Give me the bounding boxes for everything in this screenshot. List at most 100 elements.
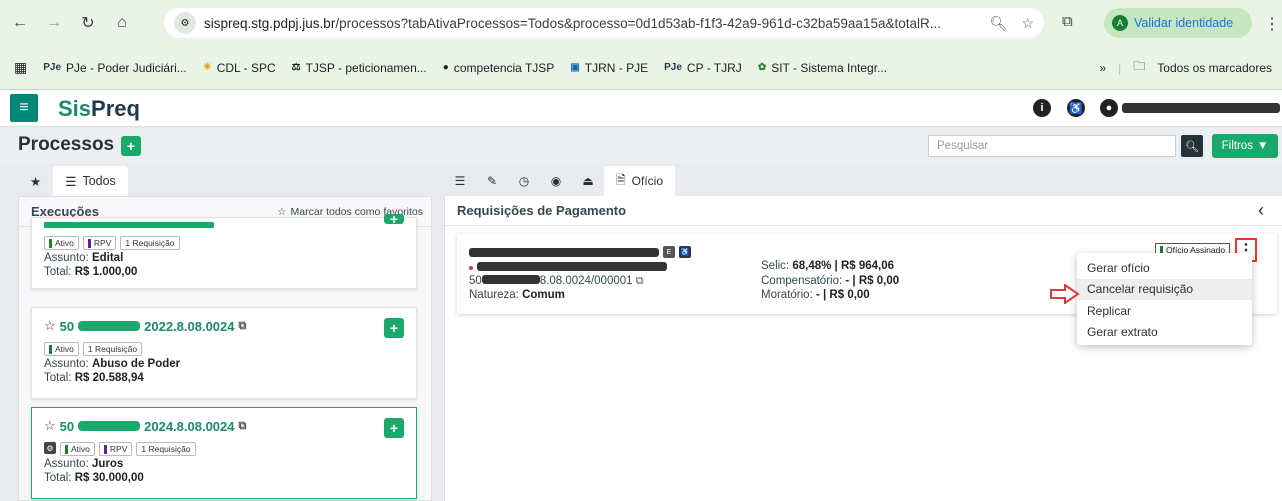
document-icon: 🗎: [616, 172, 626, 187]
bookmark-label: TJSP - peticionamen...: [305, 60, 427, 75]
app-logo[interactable]: SisPreq: [58, 96, 140, 122]
bookmark-label: TJRN - PJE: [584, 60, 649, 75]
bookmark-item[interactable]: ● competencia TJSP: [443, 61, 555, 75]
pje-icon: PJe: [664, 62, 682, 73]
process-number: [44, 222, 404, 228]
menu-item-gerar-oficio[interactable]: Gerar ofício: [1077, 257, 1252, 279]
stamp-icon: ⏏: [582, 174, 594, 188]
sit-icon: ✿: [757, 62, 767, 73]
user-icon: ●: [1100, 99, 1118, 117]
status-badge: Ativo: [44, 236, 79, 250]
browser-menu-icon[interactable]: ⋮: [1264, 14, 1280, 34]
tab-oficio-label: Ofício: [631, 174, 663, 188]
app-header: ≡ SisPreq i ♿ ●: [0, 90, 1282, 127]
add-processo-button[interactable]: +: [121, 136, 141, 156]
requisicoes-panel: Requisições de Pagamento ‹ E ♿ 50 8.08.00…: [444, 196, 1282, 501]
more-bookmarks-icon[interactable]: »: [1099, 61, 1106, 75]
add-requisicao-button[interactable]: +: [384, 211, 404, 227]
menu-item-cancelar-requisicao[interactable]: Cancelar requisição: [1077, 278, 1252, 300]
add-requisicao-button[interactable]: +: [384, 418, 404, 438]
tab-assinar[interactable]: ⏏: [572, 166, 604, 196]
zoom-icon[interactable]: 🔍︎: [990, 15, 1008, 32]
bookmark-label: SIT - Sistema Integr...: [771, 60, 888, 75]
tab-todos-label: Todos: [82, 174, 116, 188]
bookmark-item[interactable]: ▣ TJRN - PJE: [570, 61, 648, 75]
filtros-button[interactable]: Filtros ▼: [1212, 134, 1278, 158]
bookmark-item[interactable]: PJe PJe - Poder Judiciári...: [43, 61, 187, 75]
count-badge: 1 Requisição: [120, 236, 180, 250]
brand-prefix: Sis: [58, 96, 92, 121]
user-menu[interactable]: ●: [1100, 99, 1280, 117]
bookmark-item[interactable]: ☀ CDL - SPC: [203, 61, 276, 75]
execucoes-panel: Execuções ☆ Marcar todos como favoritos +…: [18, 196, 432, 501]
tab-oficio[interactable]: 🗎 Ofício: [604, 166, 675, 196]
detail-tabs: ☰ ✎ ◷ ◉ ⏏ 🗎 Ofício: [444, 166, 675, 196]
url-path: /processos?tabAtivaProcessos=Todos&proce…: [335, 15, 941, 31]
bookmark-label: CDL - SPC: [216, 60, 276, 75]
tab-visualizar[interactable]: ◉: [540, 166, 572, 196]
address-bar[interactable]: ⚙ sispreq.stg.pdpj.jus.br/processos?tabA…: [164, 8, 1044, 38]
all-bookmarks-link[interactable]: Todos os marcadores: [1157, 61, 1272, 75]
bookmark-label: PJe - Poder Judiciári...: [66, 60, 187, 75]
requisicao-number: 50 8.08.0024/000001 ⧉: [469, 275, 644, 287]
total: Total: R$ 30.000,00: [44, 472, 144, 484]
validar-identidade-button[interactable]: A Validar identidade: [1104, 8, 1252, 38]
info-icon[interactable]: i: [1033, 99, 1051, 117]
hamburger-menu-icon[interactable]: ≡: [10, 94, 38, 122]
process-number: ☆ 50 2022.8.08.0024 ⧉: [44, 318, 247, 334]
bookmark-star-icon[interactable]: ☆: [1021, 15, 1034, 32]
bookmark-item[interactable]: ✿ SIT - Sistema Integr...: [758, 61, 887, 75]
search-icon[interactable]: 🔍︎: [1181, 135, 1203, 157]
tab-todos[interactable]: ☰ Todos: [53, 166, 128, 196]
status-badge: Ativo: [44, 342, 79, 356]
list-item[interactable]: + Ativo RPV 1 Requisição Assunto: Edital…: [31, 211, 417, 289]
menu-item-gerar-extrato[interactable]: Gerar extrato: [1077, 322, 1252, 344]
accessibility-icon: ♿: [679, 246, 691, 258]
list-icon: ☰: [454, 174, 466, 188]
folder-icon: 🗀: [1133, 59, 1146, 73]
copy-icon[interactable]: ⧉: [636, 275, 644, 287]
gear-icon: ⚙: [44, 442, 56, 454]
compensatorio: Compensatório: - | R$ 0,00: [761, 275, 900, 287]
tab-lista[interactable]: ☰: [444, 166, 476, 196]
apps-icon[interactable]: ▦: [14, 59, 27, 76]
menu-item-replicar[interactable]: Replicar: [1077, 300, 1252, 322]
home-icon[interactable]: ⌂: [108, 9, 136, 37]
redacted-username: [1122, 103, 1280, 113]
star-outline-icon[interactable]: ☆: [44, 418, 56, 434]
chevron-left-icon[interactable]: ‹: [1258, 200, 1264, 221]
validar-label: Validar identidade: [1134, 16, 1234, 30]
bookmark-item[interactable]: ⚖ TJSP - peticionamen...: [292, 61, 427, 75]
forward-icon[interactable]: →: [40, 9, 68, 37]
tab-favoritos[interactable]: ★: [18, 166, 53, 196]
globe-icon: ●: [442, 62, 449, 73]
accessibility-icon[interactable]: ♿: [1067, 99, 1085, 117]
copy-icon[interactable]: ⧉: [239, 320, 247, 333]
star-icon: ★: [30, 174, 42, 189]
assunto: Assunto: Edital: [44, 252, 124, 264]
star-outline-icon[interactable]: ☆: [44, 318, 56, 334]
tjrn-icon: ▣: [570, 62, 580, 73]
add-requisicao-button[interactable]: +: [384, 318, 404, 338]
tab-historico[interactable]: ◷: [508, 166, 540, 196]
reload-icon[interactable]: ↻: [74, 9, 102, 37]
actions-menu: Gerar ofício Cancelar requisição Replica…: [1077, 253, 1252, 345]
back-icon[interactable]: ←: [6, 9, 34, 37]
page-subheader: Processos + 🔍︎ Filtros▼: [0, 128, 1282, 164]
list-item[interactable]: ☆ 50 2022.8.08.0024 ⧉ + Ativo 1 Requisição …: [31, 307, 417, 399]
count-badge: 1 Requisição: [82, 342, 143, 356]
extensions-icon[interactable]: ⧉: [1062, 13, 1073, 30]
star-outline-icon: ☆: [277, 205, 287, 218]
site-info-icon[interactable]: ⚙: [174, 12, 196, 34]
list-icon: ☰: [65, 174, 77, 189]
bookmark-item[interactable]: PJe CP - TJRJ: [664, 61, 742, 75]
search-input[interactable]: [928, 135, 1176, 157]
beneficiary-name: E ♿: [469, 246, 691, 258]
process-number: ☆ 50 2024.8.08.0024 ⧉: [44, 418, 247, 434]
copy-icon[interactable]: ⧉: [239, 420, 247, 433]
panel-title: Requisições de Pagamento: [445, 196, 1282, 226]
brand-suffix: Preq: [91, 96, 140, 121]
rpv-badge: RPV: [98, 442, 133, 456]
tab-edit[interactable]: ✎: [476, 166, 508, 196]
list-item[interactable]: ☆ 50 2024.8.08.0024 ⧉ + ⚙ Ativo RPV 1 Requi…: [31, 407, 417, 499]
